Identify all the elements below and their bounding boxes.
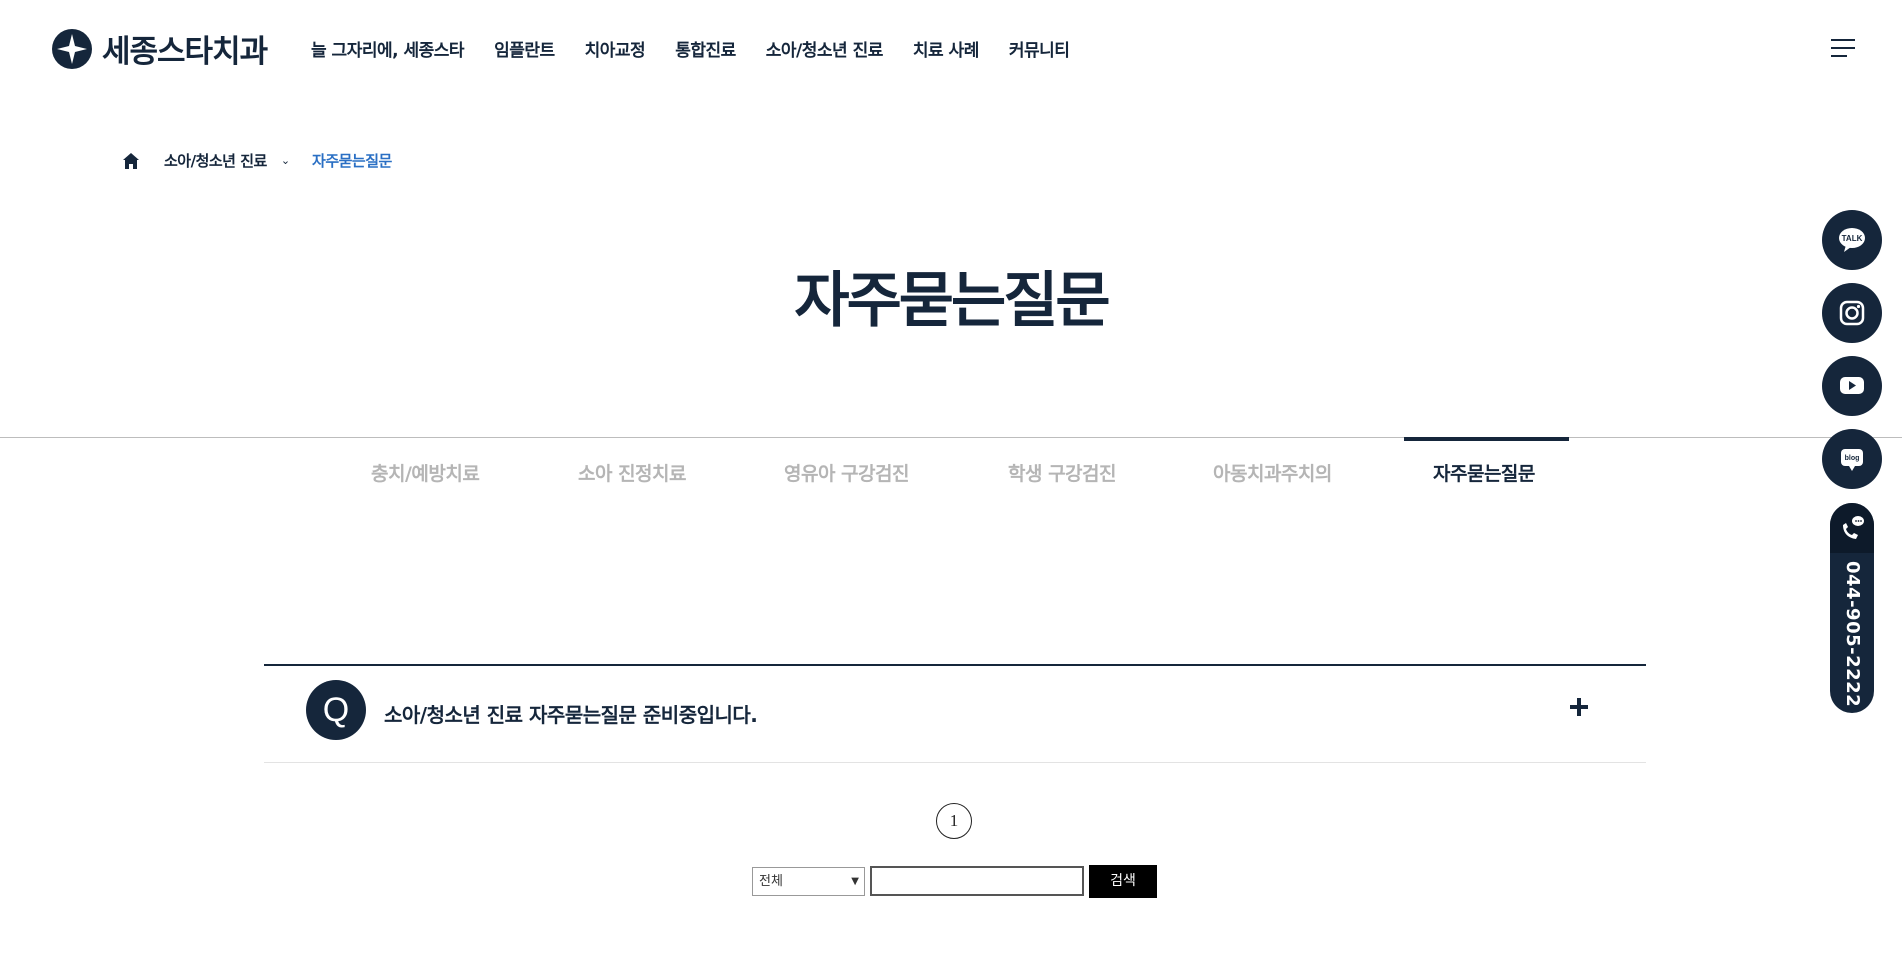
star-logo-icon: [52, 28, 92, 69]
menu-icon[interactable]: [1831, 38, 1855, 58]
youtube-icon: [1840, 377, 1864, 394]
plus-icon[interactable]: [1564, 692, 1594, 722]
nav-item-pediatric[interactable]: 소아/청소년 진료: [766, 36, 884, 61]
faq-bottom-border: [264, 762, 1646, 763]
blog-icon: blog: [1841, 449, 1863, 471]
nav-item-cases[interactable]: 치료 사례: [913, 36, 979, 61]
site-header: 세종스타치과 늘 그자리에, 세종스타 임플란트 치아교정 통합진료 소아/청소…: [0, 0, 1902, 96]
phone-chat-icon: [1843, 516, 1864, 539]
pagination-page[interactable]: 1: [936, 803, 972, 839]
home-icon[interactable]: [122, 152, 140, 170]
phone-call-button[interactable]: 044-905-2222: [1830, 503, 1874, 713]
nav-item-general-care[interactable]: 통합진료: [675, 36, 736, 61]
kakao-talk-icon: TALK: [1839, 228, 1865, 252]
nav-item-about[interactable]: 늘 그자리에, 세종스타: [311, 36, 465, 61]
tab-infant-checkup[interactable]: 영유아 구강검진: [784, 459, 909, 486]
search-category-value: 전체: [759, 874, 783, 889]
sub-tabs: 충치/예방치료 소아 진정치료 영유아 구강검진 학생 구강검진 아동치과주치의…: [0, 437, 1902, 497]
faq-question[interactable]: 소아/청소년 진료 자주묻는질문 준비중입니다.: [384, 699, 758, 728]
site-logo[interactable]: 세종스타치과: [52, 26, 268, 71]
tab-student-checkup[interactable]: 학생 구강검진: [1008, 459, 1117, 486]
chevron-down-icon: ▼: [851, 876, 859, 887]
nav-item-community[interactable]: 커뮤니티: [1009, 36, 1070, 61]
logo-text: 세종스타치과: [102, 34, 268, 70]
chevron-down-icon[interactable]: ⌄: [281, 154, 290, 167]
breadcrumb: 소아/청소년 진료 ⌄ 자주묻는질문: [122, 150, 392, 171]
question-badge: Q: [306, 680, 366, 740]
breadcrumb-section[interactable]: 소아/청소년 진료: [164, 150, 267, 171]
nav-item-orthodontics[interactable]: 치아교정: [585, 36, 646, 61]
search-input[interactable]: [870, 866, 1084, 896]
main-nav: 늘 그자리에, 세종스타 임플란트 치아교정 통합진료 소아/청소년 진료 치료…: [311, 36, 1099, 61]
active-tab-indicator: [1404, 437, 1569, 441]
youtube-button[interactable]: [1822, 356, 1882, 416]
tab-sedation[interactable]: 소아 진정치료: [578, 459, 687, 486]
phone-number: 044-905-2222: [1842, 561, 1863, 708]
tab-cavity-prevention[interactable]: 충치/예방치료: [371, 459, 480, 486]
nav-item-implant[interactable]: 임플란트: [494, 36, 555, 61]
blog-label: blog: [1845, 455, 1860, 462]
kakao-talk-label: TALK: [1842, 234, 1863, 243]
page-title: 자주묻는질문: [794, 266, 1110, 336]
blog-button[interactable]: blog: [1822, 429, 1882, 489]
instagram-icon: [1839, 300, 1865, 326]
phone-icon-area: [1830, 503, 1874, 553]
tab-faq[interactable]: 자주묻는질문: [1433, 459, 1535, 486]
search-button[interactable]: 검색: [1089, 865, 1157, 898]
search-category-select[interactable]: 전체 ▼: [752, 867, 865, 896]
kakao-talk-button[interactable]: TALK: [1822, 210, 1882, 270]
breadcrumb-current: 자주묻는질문: [312, 152, 392, 170]
faq-item[interactable]: Q 소아/청소년 진료 자주묻는질문 준비중입니다.: [264, 666, 1646, 762]
instagram-button[interactable]: [1822, 283, 1882, 343]
tab-child-dentist[interactable]: 아동치과주치의: [1213, 459, 1332, 486]
